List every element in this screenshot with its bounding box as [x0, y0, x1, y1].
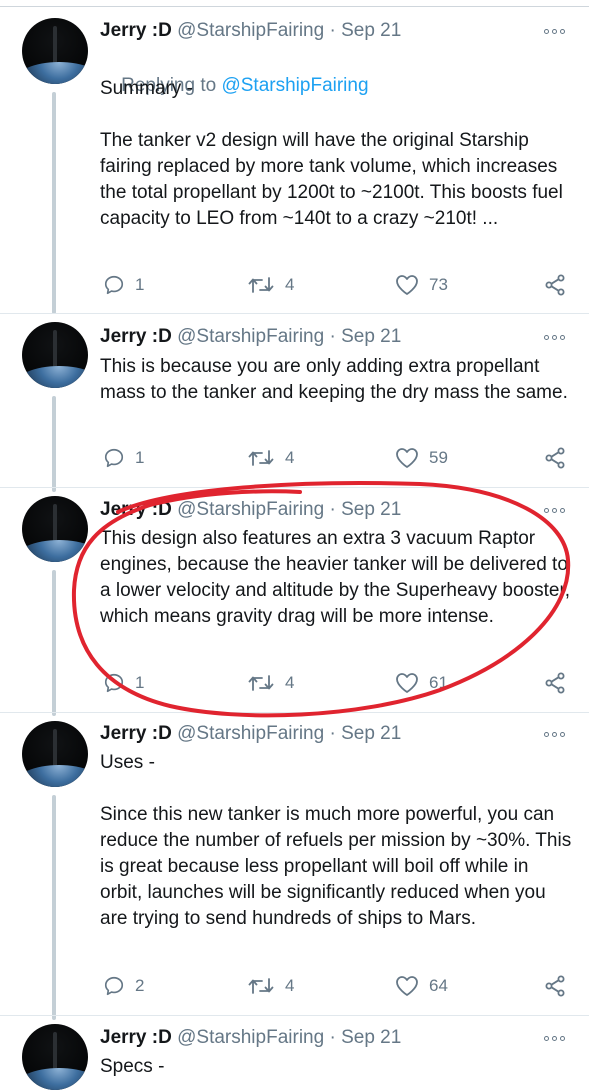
avatar[interactable] — [22, 322, 88, 388]
avatar[interactable] — [22, 496, 88, 562]
like-button[interactable]: 64 — [395, 972, 448, 1000]
tweet-header: Jerry :D @StarshipFairing · Sep 21 — [100, 1025, 401, 1051]
divider — [0, 1015, 589, 1016]
tweet-date[interactable]: · Sep 21 — [329, 326, 401, 347]
retweet-icon — [247, 975, 275, 997]
share-button[interactable] — [543, 669, 567, 697]
more-options-icon[interactable] — [544, 1033, 568, 1043]
divider — [0, 313, 589, 314]
tweet-text: This is because you are only adding extr… — [100, 356, 568, 403]
tweet-actions: 1 4 73 — [100, 271, 575, 299]
tweet-actions: 2 4 64 — [100, 972, 575, 1000]
retweet-button[interactable]: 4 — [247, 972, 294, 1000]
author-handle[interactable]: @StarshipFairing — [177, 723, 324, 744]
author-handle[interactable]: @StarshipFairing — [177, 326, 324, 347]
thread-line — [52, 570, 56, 716]
reply-icon — [103, 672, 125, 694]
share-icon — [543, 446, 567, 470]
like-button[interactable]: 61 — [395, 669, 448, 697]
retweet-count: 4 — [285, 976, 295, 995]
avatar[interactable] — [22, 1024, 88, 1090]
tweet-actions: 1 4 59 — [100, 444, 575, 472]
thread-line — [52, 396, 56, 492]
reply-count: 1 — [135, 448, 145, 467]
author-name[interactable]: Jerry :D — [100, 326, 172, 347]
tweet-header: Jerry :D @StarshipFairing · Sep 21 — [100, 324, 401, 350]
retweet-icon — [247, 274, 275, 296]
reply-button[interactable]: 1 — [103, 444, 144, 472]
tweet-date[interactable]: · Sep 21 — [329, 723, 401, 744]
more-options-icon[interactable] — [544, 26, 568, 36]
tweet-text: Uses - Since this new tanker is much mor… — [100, 752, 572, 929]
share-button[interactable] — [543, 444, 567, 472]
thread-line — [52, 795, 56, 1020]
more-options-icon[interactable] — [544, 729, 568, 739]
retweet-icon — [247, 672, 275, 694]
reply-button[interactable]: 2 — [103, 972, 144, 1000]
heart-icon — [395, 274, 419, 296]
reply-count: 1 — [135, 275, 145, 294]
author-handle[interactable]: @StarshipFairing — [177, 1027, 324, 1048]
retweet-button[interactable]: 4 — [247, 271, 294, 299]
tweet-date[interactable]: · Sep 21 — [329, 1027, 401, 1048]
author-name[interactable]: Jerry :D — [100, 499, 172, 520]
tweet-header: Jerry :D @StarshipFairing · Sep 21 — [100, 18, 401, 44]
more-options-icon[interactable] — [544, 505, 568, 515]
avatar[interactable] — [22, 18, 88, 84]
tweet-text: Summary - The tanker v2 design will have… — [100, 78, 563, 229]
divider — [0, 487, 589, 488]
author-name[interactable]: Jerry :D — [100, 1027, 172, 1048]
retweet-button[interactable]: 4 — [247, 444, 294, 472]
more-options-icon[interactable] — [544, 332, 568, 342]
author-name[interactable]: Jerry :D — [100, 723, 172, 744]
reply-icon — [103, 274, 125, 296]
thread-line — [52, 92, 56, 314]
heart-icon — [395, 672, 419, 694]
tweet-date[interactable]: · Sep 21 — [329, 499, 401, 520]
tweet-header: Jerry :D @StarshipFairing · Sep 21 — [100, 721, 401, 747]
share-icon — [543, 974, 567, 998]
retweet-button[interactable]: 4 — [247, 669, 294, 697]
retweet-count: 4 — [285, 673, 295, 692]
reply-button[interactable]: 1 — [103, 669, 144, 697]
tweet-date[interactable]: · Sep 21 — [329, 20, 401, 41]
like-count: 61 — [429, 673, 448, 692]
share-icon — [543, 273, 567, 297]
top-edge — [0, 0, 589, 7]
share-icon — [543, 671, 567, 695]
retweet-icon — [247, 447, 275, 469]
retweet-count: 4 — [285, 275, 295, 294]
like-button[interactable]: 73 — [395, 271, 448, 299]
retweet-count: 4 — [285, 448, 295, 467]
reply-button[interactable]: 1 — [103, 271, 144, 299]
share-button[interactable] — [543, 271, 567, 299]
share-button[interactable] — [543, 972, 567, 1000]
divider — [0, 712, 589, 713]
author-handle[interactable]: @StarshipFairing — [177, 20, 324, 41]
reply-count: 1 — [135, 673, 145, 692]
author-name[interactable]: Jerry :D — [100, 20, 172, 41]
heart-icon — [395, 975, 419, 997]
tweet-text: This design also features an extra 3 vac… — [100, 528, 576, 627]
avatar[interactable] — [22, 721, 88, 787]
tweet-actions: 1 4 61 — [100, 669, 575, 697]
reply-count: 2 — [135, 976, 145, 995]
like-button[interactable]: 59 — [395, 444, 448, 472]
tweet-header: Jerry :D @StarshipFairing · Sep 21 — [100, 497, 401, 523]
heart-icon — [395, 447, 419, 469]
reply-icon — [103, 447, 125, 469]
author-handle[interactable]: @StarshipFairing — [177, 499, 324, 520]
tweet-text: Specs - — [100, 1056, 165, 1077]
like-count: 73 — [429, 275, 448, 294]
like-count: 64 — [429, 976, 448, 995]
reply-icon — [103, 975, 125, 997]
like-count: 59 — [429, 448, 448, 467]
